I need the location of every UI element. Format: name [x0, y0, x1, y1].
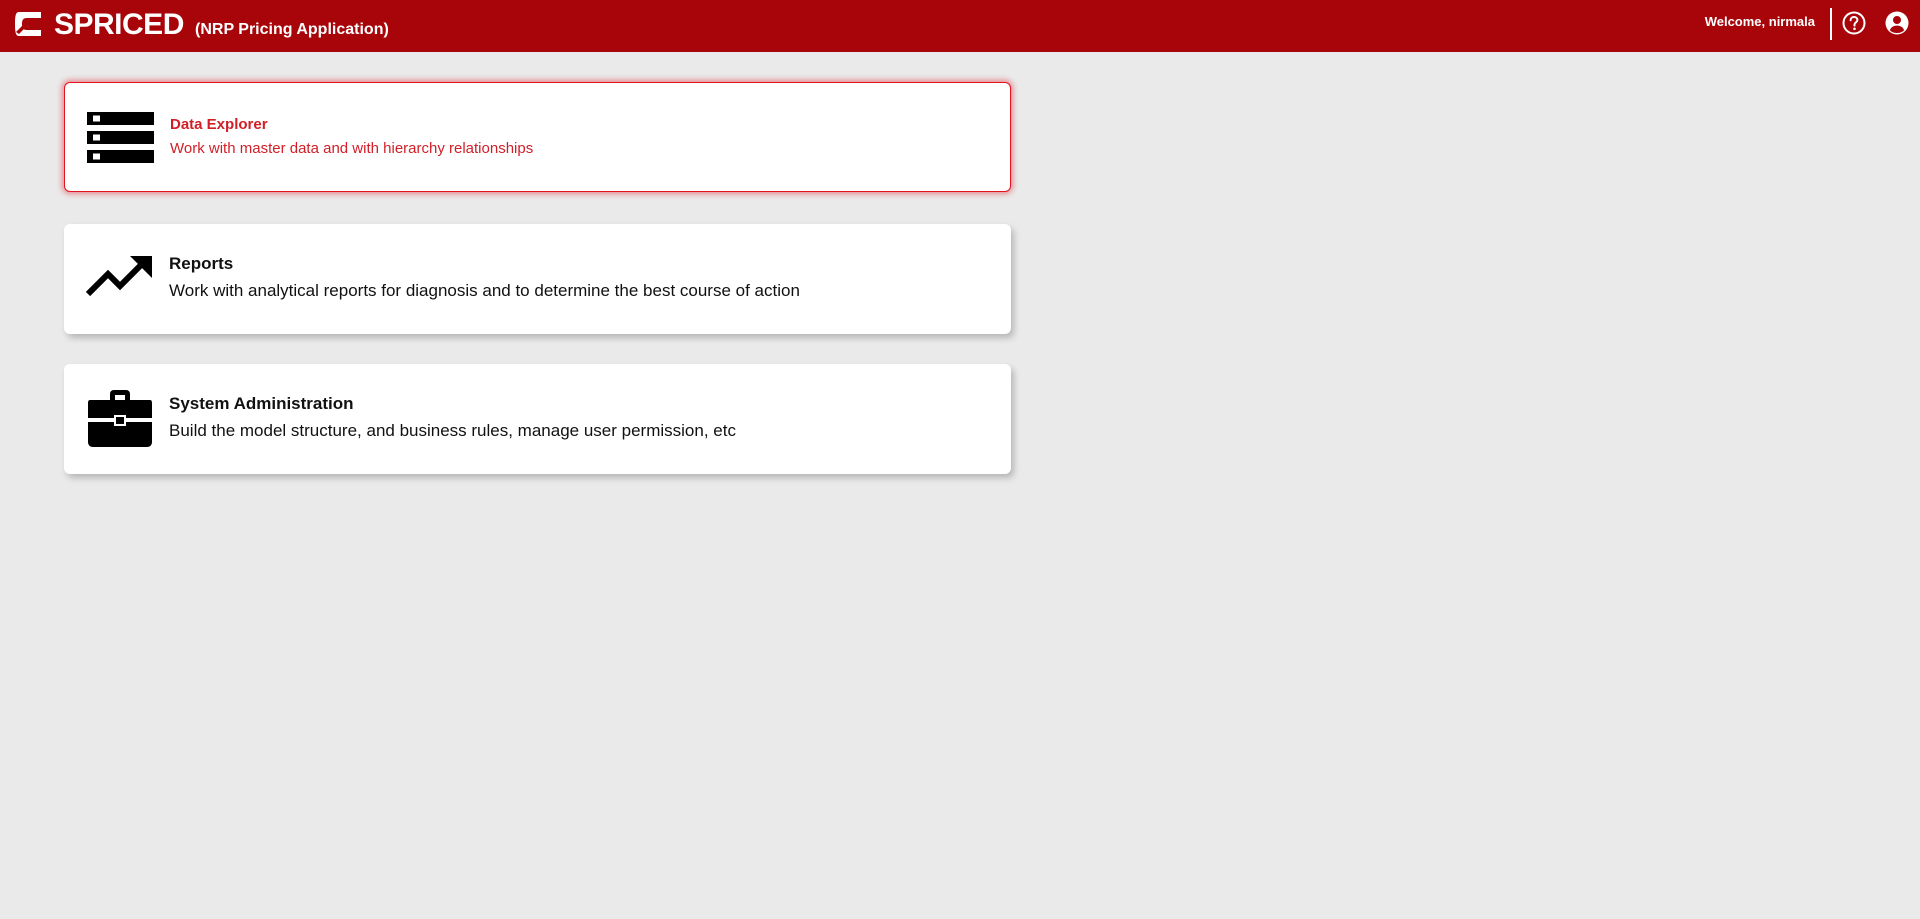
- welcome-message: Welcome, nirmala: [1704, 14, 1815, 29]
- account-circle-icon[interactable]: [1884, 10, 1910, 36]
- module-card-data-explorer[interactable]: Data Explorer Work with master data and …: [64, 82, 1011, 192]
- module-title: System Administration: [169, 394, 354, 413]
- module-card-reports[interactable]: Reports Work with analytical reports for…: [64, 224, 1011, 334]
- module-title: Data Explorer: [170, 116, 268, 133]
- header-divider: [1830, 8, 1832, 40]
- module-title: Reports: [169, 254, 234, 273]
- app-title: SPRICED: [54, 8, 184, 41]
- help-circle-icon[interactable]: [1841, 10, 1867, 36]
- briefcase-icon: [88, 390, 152, 447]
- module-description: Work with analytical reports for diagnos…: [169, 281, 800, 300]
- server-stack-icon: [87, 112, 154, 163]
- module-card-system-administration[interactable]: System Administration Build the model st…: [64, 364, 1011, 474]
- trending-up-icon: [86, 256, 152, 297]
- company-logo-icon: [15, 12, 41, 36]
- module-description: Build the model structure, and business …: [169, 421, 736, 440]
- top-app-bar: SPRICED (NRP Pricing Application) Welcom…: [0, 0, 1920, 52]
- module-description: Work with master data and with hierarchy…: [170, 140, 534, 157]
- app-subtitle: (NRP Pricing Application): [195, 21, 389, 38]
